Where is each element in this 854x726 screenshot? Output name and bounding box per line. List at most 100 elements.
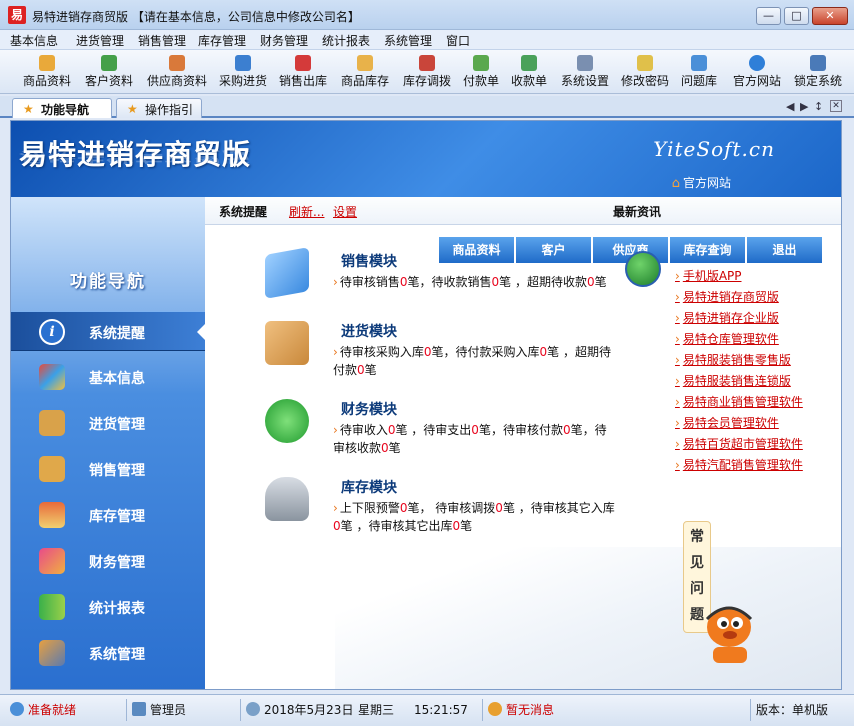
payment-button[interactable]: 付款单 — [458, 52, 504, 92]
title-bar: 易 易特进销存商贸版 【请在基本信息，公司信息中修改公司名】 — □ ✕ — [0, 0, 854, 30]
settings-button[interactable]: 系统设置 — [556, 52, 614, 92]
module-desc: › 待审收入0笔 ，待审支出0笔，待审核付款0笔，待审核收款0笔 — [333, 423, 607, 455]
clock-icon — [246, 702, 260, 716]
news-item[interactable]: › 易特服装销售连锁版 — [675, 372, 791, 389]
folder-icon — [265, 247, 309, 299]
home-icon: ⌂ — [671, 176, 680, 191]
module-desc: › 上下限预警0笔， 待审核调拨0笔 ，待审核其它入库0笔 ，待审核其它出库0笔 — [333, 501, 615, 533]
banner: 易特进销存商贸版 易特进销存商贸版 YiteSoft.cn ⌂ 官方网站 — [11, 121, 841, 197]
maximize-button[interactable]: □ — [784, 7, 809, 25]
news-item[interactable]: › 易特进销存商贸版 — [675, 288, 779, 305]
purchase-button[interactable]: 采购进货 — [214, 52, 272, 92]
status-time: 15:21:57 — [414, 703, 468, 717]
active-arrow — [197, 324, 205, 340]
sidebar-item-reports[interactable]: 统计报表 — [11, 587, 205, 627]
refresh-link[interactable]: 刷新... — [289, 203, 324, 220]
finance-icon — [39, 548, 65, 574]
quick-tab-exit[interactable]: 退出 — [747, 237, 823, 263]
module-stock: 库存模块 › 上下限预警0笔， 待审核调拨0笔 ，待审核其它入库0笔 ，待审核其它… — [265, 477, 615, 537]
settings-link[interactable]: 设置 — [333, 203, 357, 220]
status-user: 管理员 — [132, 699, 186, 721]
sidebar-item-stock[interactable]: 库存管理 — [11, 495, 205, 535]
module-title[interactable]: 库存模块 — [341, 477, 397, 497]
tab-guide[interactable]: ★ 操作指引 — [116, 98, 202, 118]
tab-scroll-right-icon[interactable]: ▶ — [800, 100, 808, 113]
menu-finance[interactable]: 财务管理 — [260, 32, 308, 49]
module-title[interactable]: 财务模块 — [341, 399, 397, 419]
stock-icon — [357, 55, 373, 71]
lock-button[interactable]: 锁定系统 — [788, 52, 848, 92]
customer-icon — [101, 55, 117, 71]
sidebar: 功能导航 i 系统提醒 基本信息 进货管理 销售管理 库存管理 财务管理 统计报… — [11, 197, 205, 689]
payment-icon — [473, 55, 489, 71]
goods-button[interactable]: 商品资料 — [18, 52, 76, 92]
news-item[interactable]: › 易特服装销售零售版 — [675, 351, 791, 368]
tab-list-icon[interactable]: ↕ — [814, 100, 823, 113]
mascot-icon — [705, 606, 753, 663]
sales-box-icon — [39, 456, 65, 482]
minimize-button[interactable]: — — [756, 7, 781, 25]
faq-button[interactable]: 问题库 — [676, 52, 722, 92]
blocks-icon — [39, 364, 65, 390]
sidebar-item-finance[interactable]: 财务管理 — [11, 541, 205, 581]
sales-out-button[interactable]: 销售出库 — [274, 52, 332, 92]
sidebar-item-purchase[interactable]: 进货管理 — [11, 403, 205, 443]
chart-icon — [39, 594, 65, 620]
news-item[interactable]: › 易特商业销售管理软件 — [675, 393, 803, 410]
news-item[interactable]: › 易特百货超市管理软件 — [675, 435, 803, 452]
menu-system[interactable]: 系统管理 — [384, 32, 432, 49]
status-date: 2018年5月23日 — [246, 699, 353, 721]
sidebar-item-sales[interactable]: 销售管理 — [11, 449, 205, 489]
customer-button[interactable]: 客户资料 — [80, 52, 138, 92]
menu-sales[interactable]: 销售管理 — [138, 32, 186, 49]
goods-icon — [39, 55, 55, 71]
tab-function-nav[interactable]: ★ 功能导航 — [12, 98, 112, 118]
sales-out-icon — [295, 55, 311, 71]
menu-stock[interactable]: 库存管理 — [198, 32, 246, 49]
faq-icon — [691, 55, 707, 71]
sidebar-item-basic-info[interactable]: 基本信息 — [11, 357, 205, 397]
status-version: 版本：单机版 — [756, 703, 829, 717]
receipt-icon — [521, 55, 537, 71]
toolbar: 商品资料 客户资料 供应商资料 采购进货 销售出库 商品库存 库存调拨 付款单 … — [0, 50, 854, 94]
receipt-button[interactable]: 收款单 — [506, 52, 552, 92]
status-messages[interactable]: 暂无消息 — [488, 699, 554, 721]
tab-scroll-left-icon[interactable]: ◀ — [786, 100, 794, 113]
tab-bar: ★ 功能导航 ★ 操作指引 ◀ ▶ ↕ ✕ — [0, 96, 854, 118]
module-title[interactable]: 进货模块 — [341, 321, 397, 341]
supplier-button[interactable]: 供应商资料 — [142, 52, 212, 92]
window-title: 易特进销存商贸版 【请在基本信息，公司信息中修改公司名】 — [32, 10, 360, 24]
close-button[interactable]: ✕ — [812, 7, 848, 25]
sidebar-item-system-reminder[interactable]: i 系统提醒 — [11, 311, 205, 351]
password-icon — [637, 55, 653, 71]
settings-icon — [577, 55, 593, 71]
password-button[interactable]: 修改密码 — [616, 52, 674, 92]
official-site-link[interactable]: ⌂ 官方网站 — [672, 174, 731, 191]
box-icon — [265, 321, 309, 365]
status-weekday: 星期三 — [358, 703, 395, 717]
status-icon — [10, 702, 24, 716]
menu-purchase[interactable]: 进货管理 — [76, 32, 124, 49]
module-desc: › 待审核销售0笔，待收款销售0笔 ，超期待收款0笔 — [333, 275, 607, 289]
menu-basic-info[interactable]: 基本信息 — [10, 32, 58, 49]
news-item[interactable]: › 易特进销存企业版 — [675, 309, 779, 326]
reminder-title: 系统提醒 — [219, 205, 268, 219]
module-desc: › 待审核采购入库0笔，待付款采购入库0笔 ，超期待付款0笔 — [333, 345, 611, 377]
purchase-icon — [235, 55, 251, 71]
tab-close-icon[interactable]: ✕ — [830, 100, 842, 112]
transfer-button[interactable]: 库存调拨 — [398, 52, 456, 92]
sidebar-item-system[interactable]: 系统管理 — [11, 633, 205, 673]
module-title[interactable]: 销售模块 — [341, 251, 397, 271]
news-item[interactable]: › 易特汽配销售管理软件 — [675, 456, 803, 473]
menu-reports[interactable]: 统计报表 — [322, 32, 370, 49]
quick-tab-stock-query[interactable]: 库存查询 — [670, 237, 746, 263]
menu-window[interactable]: 窗口 — [446, 32, 470, 49]
news-item[interactable]: › 易特会员管理软件 — [675, 414, 779, 431]
status-ready: 准备就绪 — [10, 699, 76, 721]
news-item[interactable]: › 易特仓库管理软件 — [675, 330, 779, 347]
main-panel: 易特进销存商贸版 易特进销存商贸版 YiteSoft.cn ⌂ 官方网站 功能导航… — [10, 120, 842, 690]
news-item[interactable]: › 手机版APP — [675, 267, 742, 284]
official-site-button[interactable]: 官方网站 — [728, 52, 786, 92]
module-finance: 财务模块 › 待审收入0笔 ，待审支出0笔，待审核付款0笔，待审核收款0笔 — [265, 399, 607, 459]
stock-button[interactable]: 商品库存 — [336, 52, 394, 92]
